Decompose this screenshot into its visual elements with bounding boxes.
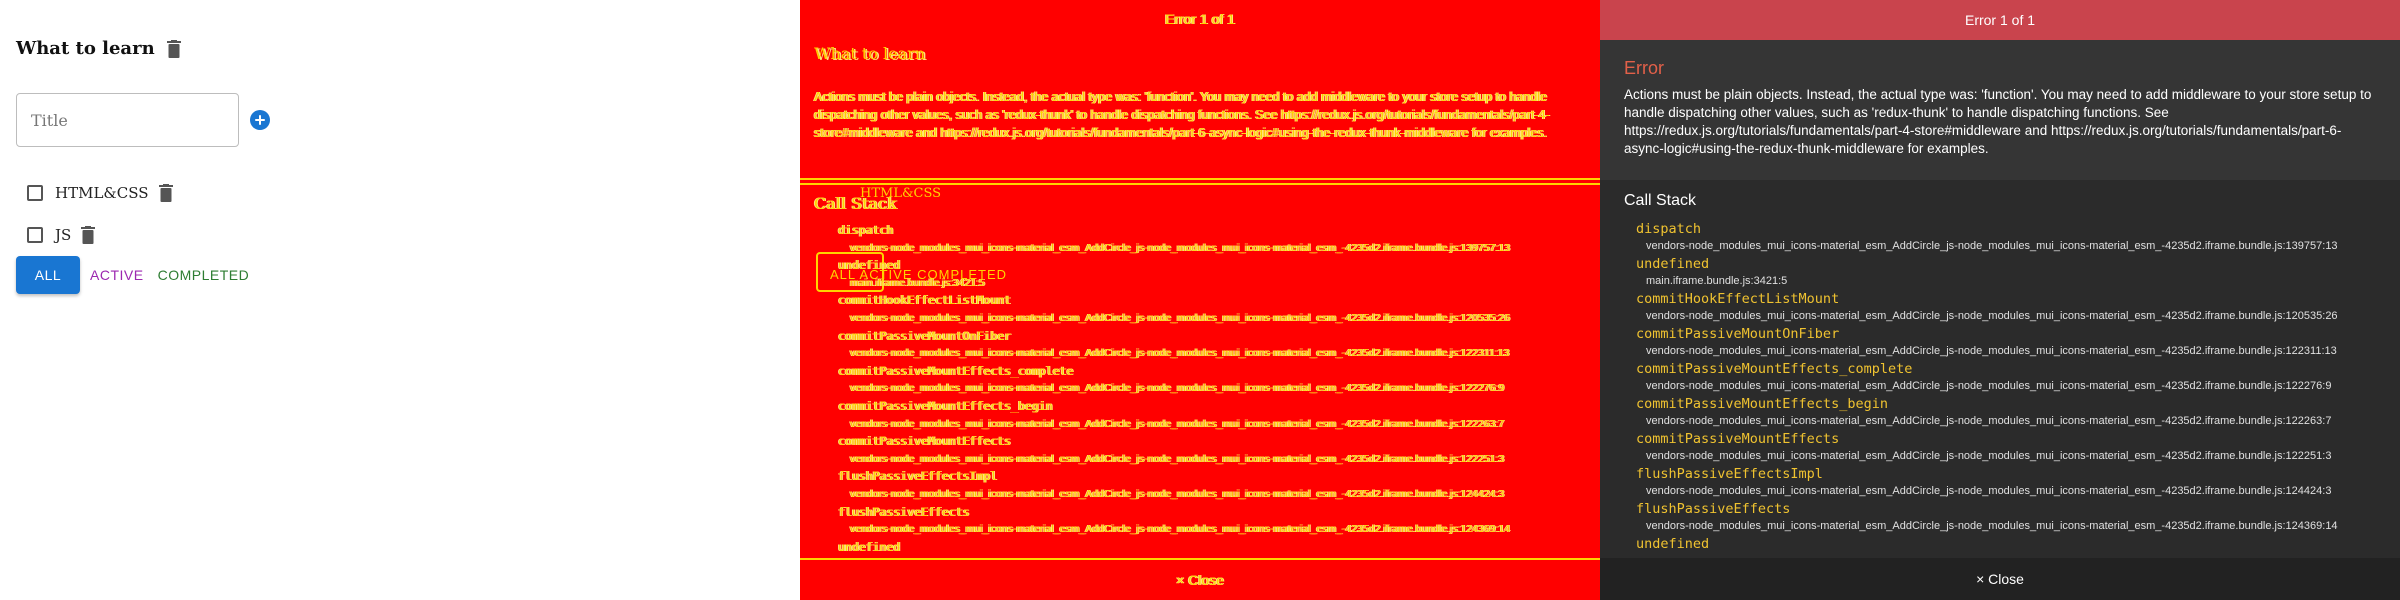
frame-location: vendors-node_modules_mui_icons-material_… (1646, 485, 2332, 497)
glitch-divider (800, 183, 1600, 185)
glitch-stack-frame: flushPassiveEffects vendors-node_modules_… (838, 504, 1511, 536)
todo-app-pane: What to learn HTML&CSS JS ALL ACTIVE COM… (0, 0, 800, 600)
stack-frame: undefined (1636, 535, 2396, 553)
frame-location: vendors-node_modules_mui_icons-material_… (1646, 310, 2338, 322)
title-field (16, 93, 239, 147)
task-item: HTML&CSS (27, 184, 173, 202)
glitch-stack-frame: commitPassiveMountEffects_complete vendor… (838, 363, 1505, 395)
todolist-title: What to learn (16, 38, 155, 59)
task-checkbox[interactable] (27, 185, 43, 201)
delete-task-icon[interactable] (158, 184, 173, 202)
stack-frame: commitPassiveMountOnFiber vendors-node_mo… (1636, 325, 2396, 360)
frame-location: main.iframe.bundle.js:3421:5 (1646, 275, 1788, 287)
callstack-panel[interactable]: Call Stack dispatch vendors-node_modules_… (1600, 180, 2400, 558)
frame-function: dispatch (1636, 221, 1702, 237)
frame-function: undefined (1636, 256, 1710, 272)
glitch-overlay-header: Error 1 of 1 (1164, 11, 1236, 27)
title-input[interactable] (17, 94, 238, 146)
task-label: JS (55, 226, 72, 244)
glitch-stack-frame: undefined main.iframe.bundle.js:3421:5 (838, 258, 985, 289)
error-message: Actions must be plain objects. Instead, … (1624, 87, 2372, 156)
filter-buttons: ALL ACTIVE COMPLETED (16, 256, 249, 294)
glitch-stack-frame: commitHookEffectListMount vendors-node_mo… (838, 293, 1511, 324)
glitch-error-message: Actions must be plain objects. Instead, … (814, 90, 1550, 140)
glitch-callstack-title: Call Stack (814, 194, 897, 213)
frame-function: commitHookEffectListMount (1636, 291, 1840, 307)
error-title: Error (1624, 58, 1664, 78)
frame-location: vendors-node_modules_mui_icons-material_… (1646, 450, 2332, 462)
glitch-callstack-frames: dispatch vendors-node_modules_mui_icons-m… (838, 222, 1578, 556)
frame-location: vendors-node_modules_mui_icons-material_… (1646, 345, 2337, 357)
frame-function: commitPassiveMountOnFiber (1636, 326, 1840, 342)
glitched-error-overlay: Error 1 of 1 What to learn Actions must … (800, 0, 1600, 600)
callstack-title: Call Stack (1624, 192, 1697, 209)
delete-task-icon[interactable] (81, 226, 96, 244)
glitch-divider (800, 178, 1600, 180)
error-overlay-header: Error 1 of 1 (1600, 0, 2400, 40)
filter-all-button[interactable]: ALL (16, 256, 80, 294)
callstack-frames: dispatch vendors-node_modules_mui_icons-m… (1636, 220, 2396, 553)
filter-completed-button[interactable]: COMPLETED (158, 267, 250, 283)
stack-frame: flushPassiveEffectsImpl vendors-node_modu… (1636, 465, 2396, 500)
stack-frame: flushPassiveEffects vendors-node_modules_… (1636, 500, 2396, 535)
add-task-button[interactable] (250, 110, 270, 130)
filter-active-button[interactable]: ACTIVE (90, 267, 144, 283)
glitch-stack-frame: commitPassiveMountOnFiber vendors-node_mo… (838, 328, 1510, 360)
stack-frame: dispatch vendors-node_modules_mui_icons-m… (1636, 220, 2396, 255)
stack-frame: commitPassiveMountEffects_completevendor… (1636, 360, 2396, 395)
stack-frame: undefined main.iframe.bundle.js:3421:5 (1636, 255, 2396, 290)
glitch-stack-frame: commitPassiveMountEffects vendors-node_mo… (838, 434, 1505, 465)
glitch-stack-frame: commitPassiveMountEffects_begin vendors-n… (838, 398, 1505, 430)
frame-location: vendors-node_modules_mui_icons-material_… (1646, 240, 2338, 252)
frame-function: flushPassiveEffectsImpl (1636, 466, 1823, 482)
delete-todolist-icon[interactable] (166, 39, 181, 58)
frame-location: vendors-node_modules_mui_icons-material_… (1646, 415, 2332, 427)
glitch-stack-frame: dispatch vendors-node_modules_mui_icons-m… (838, 223, 1511, 254)
todolist-header: What to learn (16, 38, 181, 59)
stack-frame: commitPassiveMountEffects_begin vendors-n… (1636, 395, 2396, 430)
task-checkbox[interactable] (27, 227, 43, 243)
stack-frame: commitHookEffectListMount vendors-node_mo… (1636, 290, 2396, 325)
glitch-close-button[interactable]: × Close (800, 558, 1600, 600)
task-label: HTML&CSS (55, 184, 149, 202)
frame-location: vendors-node_modules_mui_icons-material_… (1646, 380, 2332, 392)
task-item: JS (27, 226, 96, 244)
frame-location: vendors-node_modules_mui_icons-material_… (1646, 520, 2338, 532)
glitch-stack-frame: undefined (838, 539, 901, 554)
frame-function: commitPassiveMountEffects (1636, 431, 1840, 447)
frame-function: commitPassiveMountEffects_begin (1636, 396, 1888, 412)
stack-frame: commitPassiveMountEffects vendors-node_mo… (1636, 430, 2396, 465)
glitch-todolist-title: What to learn (814, 44, 926, 63)
frame-function: flushPassiveEffects (1636, 501, 1791, 517)
glitch-stack-frame: flushPassiveEffectsImpl vendors-node_modu… (838, 469, 1505, 500)
frame-function: undefined (1636, 536, 1710, 552)
frame-function: commitPassiveMountEffects_complete (1636, 361, 1913, 377)
close-button[interactable]: × Close (1600, 558, 2400, 600)
error-overlay: Error 1 of 1 Error Actions must be plain… (1600, 0, 2400, 600)
